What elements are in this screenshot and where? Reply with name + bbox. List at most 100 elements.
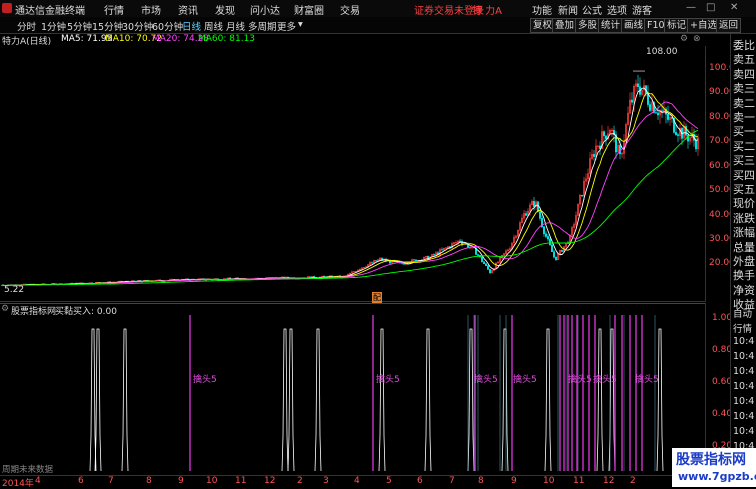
panel-tick-time: 10:4 bbox=[733, 366, 755, 377]
period-15min[interactable]: 15分钟 bbox=[92, 19, 123, 33]
candle-body bbox=[433, 254, 435, 256]
panel-tick-time: 10:4 bbox=[733, 336, 755, 347]
x-tick: 6 bbox=[417, 476, 423, 486]
diejia-button[interactable]: 叠加 bbox=[552, 18, 578, 33]
ma60-value: MA60: 81.13 bbox=[198, 34, 256, 44]
candle-body bbox=[667, 114, 669, 120]
close-chart-icon[interactable]: ⊗ bbox=[693, 34, 701, 44]
x-tick: 11 bbox=[235, 476, 247, 486]
period-daily[interactable]: 日线 bbox=[182, 19, 201, 33]
candle-body bbox=[649, 104, 651, 111]
panel-tick-time: 10:4 bbox=[733, 411, 755, 422]
period-5min[interactable]: 5分钟 bbox=[67, 19, 92, 33]
ma5-line bbox=[1, 87, 699, 286]
candle-body bbox=[551, 244, 553, 252]
candle-body bbox=[581, 194, 583, 197]
candle-body bbox=[533, 201, 535, 207]
period-more[interactable]: 更多 bbox=[277, 19, 296, 33]
x-tick: 4 bbox=[354, 476, 360, 486]
period-multi[interactable]: 多周期 bbox=[248, 19, 277, 33]
period-30min[interactable]: 30分钟 bbox=[122, 19, 153, 33]
menu-caifuquan[interactable]: 财富圈 bbox=[294, 2, 324, 17]
menu-gongshi[interactable]: 公式 bbox=[582, 2, 602, 17]
menu-shichang[interactable]: 市场 bbox=[141, 2, 161, 17]
ma20-line bbox=[1, 101, 699, 286]
settings-icon[interactable]: ⚙ bbox=[680, 34, 688, 44]
site-watermark: 股票指标网 www.7gpzb.com bbox=[672, 448, 756, 487]
candle-body bbox=[657, 112, 659, 116]
watermark-title: 股票指标网 bbox=[676, 452, 746, 468]
candle-body bbox=[543, 226, 545, 235]
x-tick: 5 bbox=[386, 476, 392, 486]
back-button[interactable]: 返回 bbox=[716, 18, 742, 33]
candle-body bbox=[619, 145, 621, 155]
candle-body bbox=[489, 269, 491, 274]
candle-body bbox=[553, 251, 555, 258]
kline-chart[interactable] bbox=[0, 46, 705, 302]
menu-youke[interactable]: 游客 bbox=[632, 2, 652, 17]
menu-jiaoyi[interactable]: 交易 bbox=[340, 2, 360, 17]
close-icon[interactable]: ✕ bbox=[730, 2, 738, 13]
x-tick: 2 bbox=[297, 476, 303, 486]
maximize-icon[interactable]: □ bbox=[706, 2, 715, 13]
candle-body bbox=[403, 263, 405, 265]
period-fenshi[interactable]: 分时 bbox=[17, 19, 36, 33]
candle-body bbox=[413, 259, 415, 261]
x-tick: 4 bbox=[35, 476, 41, 486]
settings-icon[interactable]: ⚙ bbox=[1, 304, 9, 314]
menu-xinwen[interactable]: 新闻 bbox=[558, 2, 578, 17]
app-title: 通达信金融终端 bbox=[15, 6, 85, 17]
period-weekly[interactable]: 周线 bbox=[204, 19, 223, 33]
title-bar: 通达信金融终端 行情 市场 资讯 发现 问小达 财富圈 交易 证券交易未登录 特… bbox=[0, 0, 756, 18]
candle-body bbox=[603, 131, 605, 137]
candle-body bbox=[675, 132, 677, 135]
x-tick: 9 bbox=[178, 476, 184, 486]
candle-body bbox=[459, 240, 461, 242]
peak-price-label: 108.00 bbox=[646, 47, 678, 57]
panel-tick-time: 自动 bbox=[733, 309, 753, 320]
candle-body bbox=[487, 265, 489, 270]
biaoji-button[interactable]: 标记 bbox=[664, 18, 690, 33]
chevron-down-icon[interactable]: ▾ bbox=[298, 19, 303, 30]
candle-body bbox=[477, 254, 479, 256]
event-marker[interactable]: 配 bbox=[372, 292, 382, 303]
minimize-icon[interactable]: — bbox=[686, 2, 696, 13]
period-1min[interactable]: 1分钟 bbox=[41, 19, 66, 33]
menu-faxian[interactable]: 发现 bbox=[215, 2, 235, 17]
candle-body bbox=[375, 260, 377, 262]
signal-label: 擒头5 bbox=[193, 375, 217, 385]
panel-tick-time: 10:4 bbox=[733, 381, 755, 392]
menu-gongneng[interactable]: 功能 bbox=[532, 2, 552, 17]
x-tick: 8 bbox=[146, 476, 152, 486]
current-stock: 特 力A bbox=[472, 6, 503, 17]
period-monthly[interactable]: 月线 bbox=[226, 19, 245, 33]
app-logo-icon bbox=[2, 3, 12, 13]
period-toolbar: 分时 1分钟 5分钟 15分钟 30分钟 60分钟 日线 周线 月线 多周期 更… bbox=[0, 17, 756, 34]
huaxian-button[interactable]: 画线 bbox=[621, 18, 647, 33]
menu-zixun[interactable]: 资讯 bbox=[178, 2, 198, 17]
duogu-button[interactable]: 多股 bbox=[575, 18, 601, 33]
x-tick: 12 bbox=[603, 476, 615, 486]
period-60min[interactable]: 60分钟 bbox=[152, 19, 183, 33]
menu-wenxiaoda[interactable]: 问小达 bbox=[250, 2, 280, 17]
candle-body bbox=[485, 263, 487, 267]
x-tick: 9 bbox=[511, 476, 517, 486]
candle-body bbox=[481, 256, 483, 262]
x-axis: 2014年 4 6 7 8 9 10 11 12 2 3 4 5 6 7 8 9 10 11 12 2 bbox=[0, 475, 705, 489]
candle-body bbox=[655, 112, 657, 114]
x-tick: 8 bbox=[478, 476, 484, 486]
x-tick: 7 bbox=[108, 476, 114, 486]
x-tick: 10 bbox=[543, 476, 555, 486]
panel-tick-time: 10:4 bbox=[733, 351, 755, 362]
signal-label: 擒头5 bbox=[474, 375, 498, 385]
candle-body bbox=[549, 238, 551, 246]
menu-hangqing[interactable]: 行情 bbox=[104, 2, 124, 17]
panel-tick-time: 10:4 bbox=[733, 396, 755, 407]
menu-xuanxiang[interactable]: 选项 bbox=[607, 2, 627, 17]
candle-body bbox=[441, 249, 443, 251]
x-tick: 2 bbox=[630, 476, 636, 486]
quote-side-panel: 委比 卖五 卖四 卖三 卖二 卖一 买一 买二 买三 买四 买五 现价 涨跌 涨幅 总量 外盘 换手 净资 收益 自动… bbox=[730, 34, 756, 487]
x-tick: 10 bbox=[206, 476, 218, 486]
tongji-button[interactable]: 统计 bbox=[598, 18, 624, 33]
candle-body bbox=[545, 233, 547, 237]
